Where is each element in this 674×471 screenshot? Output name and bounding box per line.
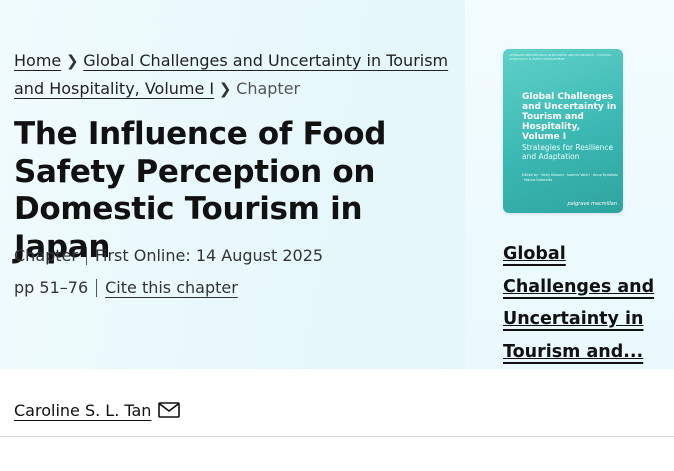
book-title-text: Global Challenges and Uncertainty in Tou… — [503, 244, 655, 362]
breadcrumb: Home ❯ Global Challenges and Uncertainty i… — [14, 47, 464, 103]
author-name-link[interactable]: Caroline S. L. Tan — [14, 401, 151, 420]
book-title-link[interactable]: Global Challenges and Uncertainty in Tou… — [503, 238, 673, 368]
cover-subtitle: Strategies for Resilience and Adaptation — [522, 143, 614, 161]
chevron-right-icon: ❯ — [65, 52, 79, 70]
cover-publisher: palgrave macmillan — [567, 201, 618, 207]
chevron-right-icon: ❯ — [218, 80, 232, 98]
content-type: Chapter — [14, 246, 78, 265]
breadcrumb-current: Chapter — [236, 79, 301, 98]
page-range: pp 51–76 — [14, 278, 89, 297]
meta-divider — [96, 279, 98, 297]
cover-title: Global Challenges and Uncertainty in Tou… — [522, 92, 617, 142]
cite-chapter-link[interactable]: Cite this chapter — [105, 275, 238, 301]
cover-editors: Edited by · Vicky Katsoni · Ioannis Vale… — [522, 173, 619, 182]
first-online-date: First Online: 14 August 2025 — [94, 246, 324, 265]
book-cover-image[interactable]: SPRINGER PROCEEDINGS IN BUSINESS AND ECO… — [503, 49, 623, 213]
meta-divider — [85, 247, 87, 265]
article-meta: Chapter First Online: 14 August 2025 pp … — [14, 240, 464, 304]
author-list: Caroline S. L. Tan — [14, 397, 181, 423]
mail-icon[interactable] — [158, 402, 181, 418]
cover-series: SPRINGER PROCEEDINGS IN BUSINESS AND ECO… — [509, 53, 612, 61]
section-divider — [0, 436, 674, 437]
breadcrumb-home-link[interactable]: Home — [14, 51, 61, 70]
